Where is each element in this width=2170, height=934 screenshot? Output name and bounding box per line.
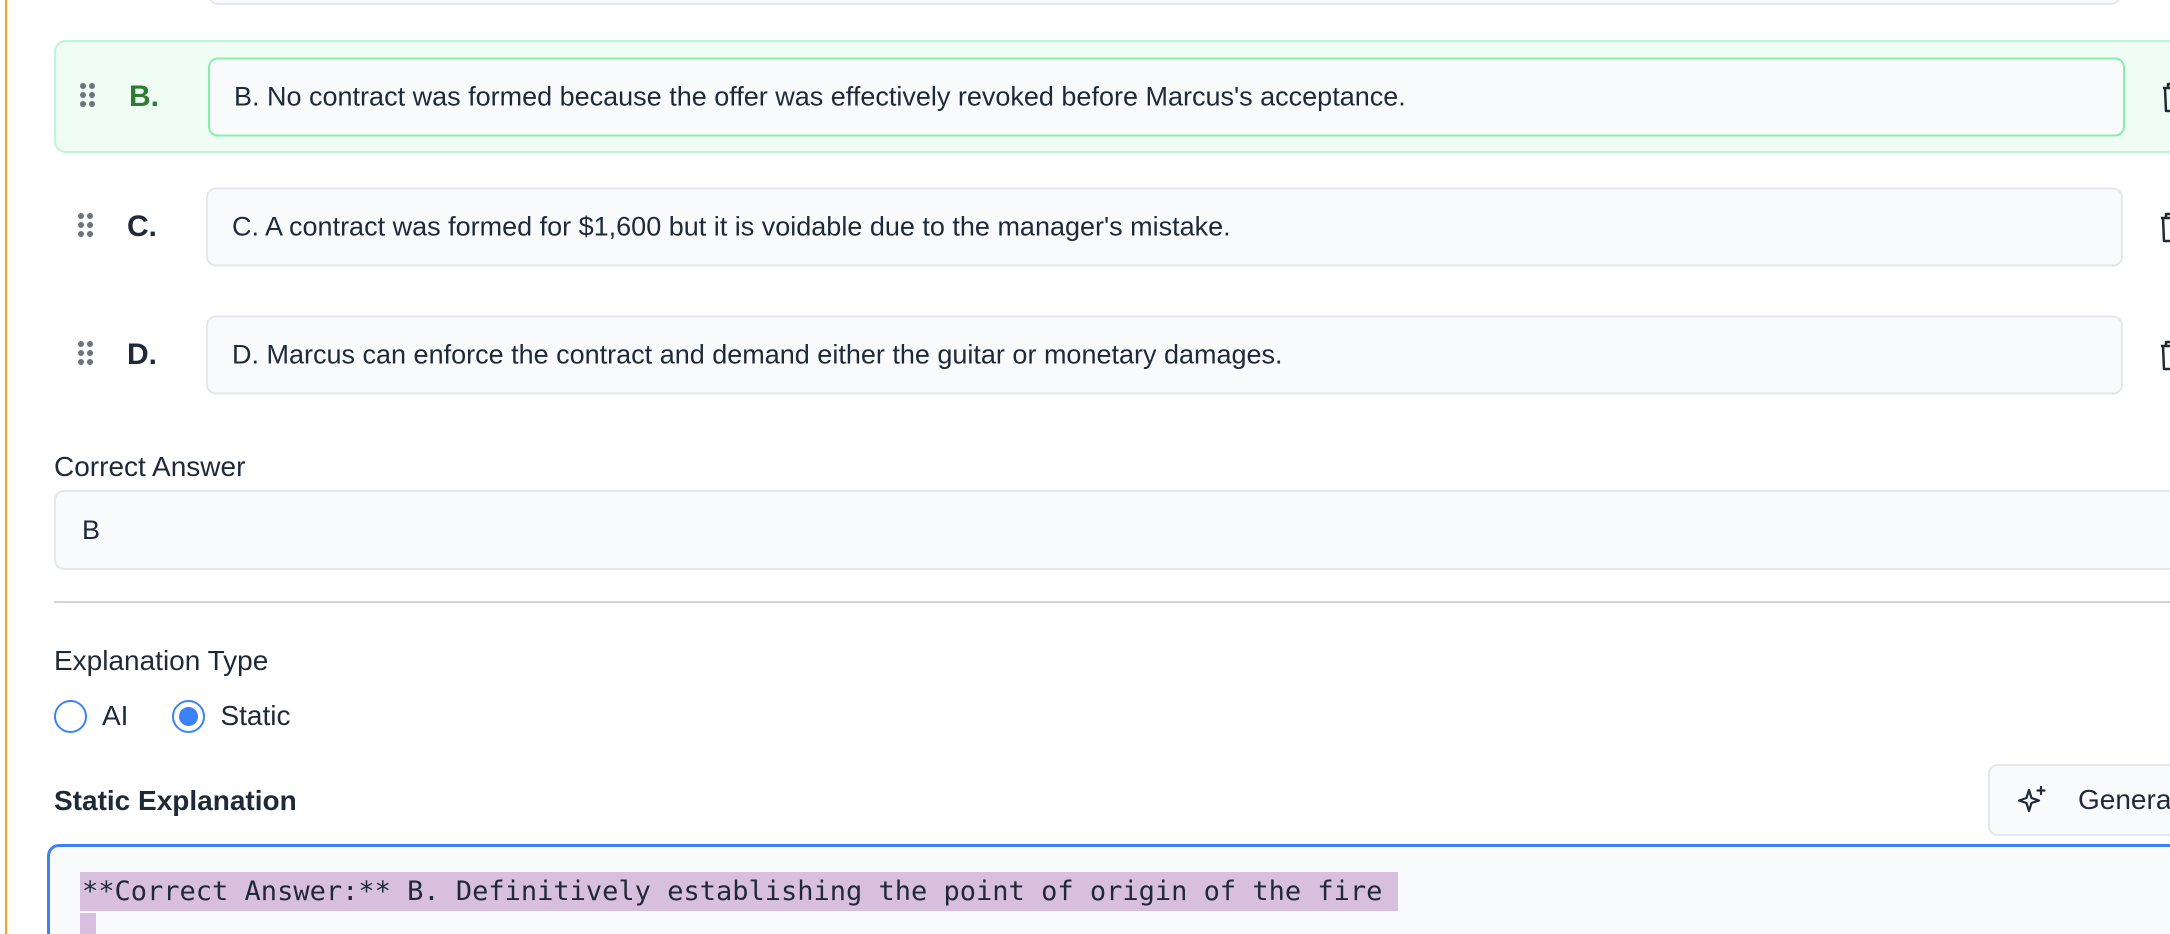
correct-answer-input[interactable]: B — [54, 490, 2170, 570]
left-accent-bar — [0, 0, 7, 934]
text-selection-highlight — [80, 913, 96, 934]
trash-icon[interactable] — [2158, 339, 2170, 371]
option-row-d: D. D. Marcus can enforce the contract an… — [54, 298, 2170, 411]
trash-icon[interactable] — [2158, 211, 2170, 243]
drag-handle-icon[interactable] — [80, 82, 95, 111]
static-explanation-editor[interactable]: **Correct Answer:** B. Definitively esta… — [47, 844, 2170, 934]
drag-handle-icon[interactable] — [78, 212, 93, 241]
radio-ai-circle[interactable] — [54, 699, 87, 733]
correct-answer-label: Correct Answer — [54, 451, 246, 482]
option-text-input[interactable]: B. No contract was formed because the of… — [208, 57, 2125, 136]
explanation-text-line: **Correct Answer:** B. Definitively esta… — [80, 872, 1399, 911]
option-letter: D. — [127, 337, 157, 371]
trash-icon[interactable] — [2160, 81, 2170, 113]
radio-static-label[interactable]: Static — [220, 700, 290, 732]
radio-ai-label[interactable]: AI — [102, 700, 128, 732]
explanation-type-radio-group: AI Static — [54, 698, 335, 734]
option-letter: B. — [129, 79, 159, 113]
radio-static[interactable]: Static — [172, 699, 291, 733]
section-divider — [54, 601, 2170, 603]
generate-button[interactable]: Genera — [1988, 764, 2170, 836]
generate-button-label: Genera — [2078, 784, 2170, 815]
previous-option-input[interactable] — [207, 0, 2122, 5]
sparkle-icon — [2017, 785, 2046, 813]
explanation-type-label: Explanation Type — [54, 645, 269, 676]
option-letter: C. — [127, 209, 157, 243]
option-text-input[interactable]: D. Marcus can enforce the contract and d… — [206, 315, 2123, 394]
option-text-input[interactable]: C. A contract was formed for $1,600 but … — [206, 187, 2123, 266]
radio-static-circle[interactable] — [172, 699, 206, 733]
option-row-c: C. C. A contract was formed for $1,600 b… — [54, 170, 2170, 283]
radio-ai[interactable]: AI — [54, 699, 128, 733]
static-explanation-label: Static Explanation — [54, 785, 297, 816]
drag-handle-icon[interactable] — [78, 340, 93, 369]
option-row-b: B. B. No contract was formed because the… — [54, 40, 2170, 153]
